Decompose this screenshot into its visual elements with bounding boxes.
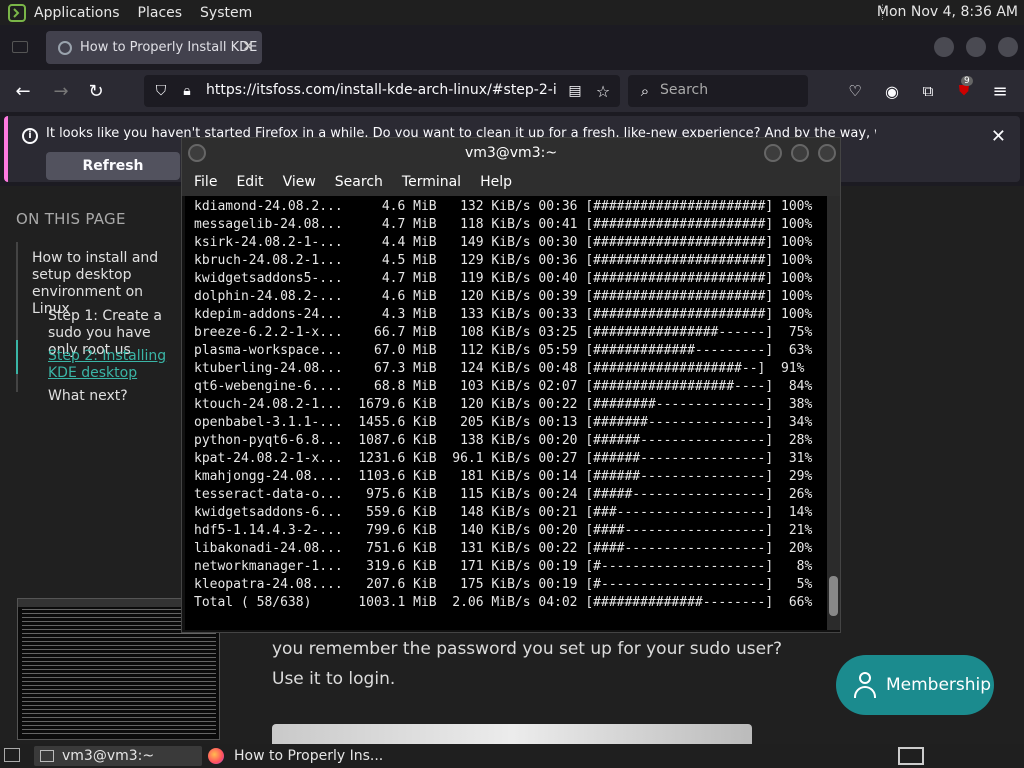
hamburger-menu-icon[interactable]: ≡ (989, 80, 1011, 102)
terminal-line: ktuberling-24.08... 67.3 MiB 124 KiB/s 0… (194, 361, 805, 376)
terminal-maximize-button[interactable] (791, 144, 809, 162)
terminal-menu-terminal[interactable]: Terminal (402, 174, 461, 190)
membership-button[interactable]: Membership (836, 655, 994, 715)
menu-system[interactable]: System (200, 5, 252, 21)
scrollbar-thumb[interactable] (829, 576, 838, 616)
bottom-taskbar: vm3@vm3:~ How to Properly Ins... (0, 744, 1024, 768)
reader-view-icon[interactable]: ▤ (564, 80, 586, 102)
extensions-icon[interactable]: ⧉ (917, 80, 939, 102)
search-input[interactable]: ⌕ Search (628, 75, 808, 107)
terminal-line: breeze-6.2.2-1-x... 66.7 MiB 108 KiB/s 0… (194, 325, 813, 340)
minimize-button[interactable] (934, 37, 954, 57)
terminal-scrollbar[interactable] (827, 196, 840, 630)
bookmark-star-icon[interactable]: ☆ (592, 80, 614, 102)
terminal-line: kdepim-addons-24... 4.3 MiB 133 KiB/s 00… (194, 307, 813, 322)
top-panel: Applications Places System Mon Nov 4, 8:… (0, 0, 1024, 25)
terminal-line: libakonadi-24.08... 751.6 KiB 131 KiB/s … (194, 541, 813, 556)
terminal-window[interactable]: vm3@vm3:~ File Edit View Search Terminal… (181, 137, 841, 633)
terminal-line: ksirk-24.08.2-1-... 4.4 MiB 149 KiB/s 00… (194, 235, 813, 250)
terminal-line: qt6-webengine-6.... 68.8 MiB 103 KiB/s 0… (194, 379, 813, 394)
terminal-line: hdf5-1.14.4.3-2-... 799.6 KiB 140 KiB/s … (194, 523, 813, 538)
terminal-title: vm3@vm3:~ (182, 138, 840, 168)
close-window-button[interactable] (998, 37, 1018, 57)
back-arrow-icon[interactable]: ← (12, 80, 34, 102)
terminal-menubar: File Edit View Search Terminal Help (182, 168, 840, 196)
forward-arrow-icon[interactable]: → (50, 80, 72, 102)
terminal-line: kdiamond-24.08.2... 4.6 MiB 132 KiB/s 00… (194, 199, 813, 214)
maximize-button[interactable] (966, 37, 986, 57)
terminal-line: messagelib-24.08... 4.7 MiB 118 KiB/s 00… (194, 217, 813, 232)
url-bar[interactable]: ⛉ 🔒︎ https://itsfoss.com/install-kde-arc… (144, 75, 620, 107)
task-terminal-label: vm3@vm3:~ (62, 748, 155, 764)
terminal-line: kwidgetsaddons-6... 559.6 KiB 148 KiB/s … (194, 505, 813, 520)
terminal-line: tesseract-data-o... 975.6 KiB 115 KiB/s … (194, 487, 813, 502)
toc-heading: ON THIS PAGE (16, 210, 126, 228)
terminal-output[interactable]: kdiamond-24.08.2... 4.6 MiB 132 KiB/s 00… (185, 196, 827, 630)
close-notification-icon[interactable]: ✕ (991, 126, 1006, 147)
task-terminal[interactable]: vm3@vm3:~ (34, 746, 202, 766)
pocket-icon[interactable]: ♡ (844, 80, 866, 102)
distro-logo-icon[interactable] (6, 2, 28, 24)
terminal-line: Total ( 58/638) 1003.1 MiB 2.06 MiB/s 04… (194, 595, 813, 610)
firefox-icon (208, 748, 224, 764)
workspace-switcher[interactable] (898, 747, 924, 765)
show-desktop-icon[interactable] (4, 748, 20, 762)
article-image (272, 724, 752, 744)
terminal-line: kpat-24.08.2-1-x... 1231.6 KiB 96.1 KiB/… (194, 451, 813, 466)
menu-places[interactable]: Places (138, 5, 183, 21)
terminal-line: kmahjongg-24.08.... 1103.6 KiB 181 KiB/s… (194, 469, 813, 484)
terminal-line: dolphin-24.08.2-... 4.6 MiB 120 KiB/s 00… (194, 289, 813, 304)
search-icon: ⌕ (640, 82, 650, 100)
browser-tabbar: How to Properly Install KDE ✕ (0, 25, 1024, 70)
terminal-minimize-button[interactable] (764, 144, 782, 162)
toc-active-marker (16, 340, 18, 374)
terminal-menu-edit[interactable]: Edit (236, 174, 263, 190)
terminal-line: ktouch-24.08.2-1... 1679.6 KiB 120 KiB/s… (194, 397, 813, 412)
tab-overview-icon[interactable] (12, 41, 28, 53)
desktop: Applications Places System Mon Nov 4, 8:… (0, 0, 1024, 768)
toc-item-what-next[interactable]: What next? (48, 388, 128, 405)
extension-badge: 9 (961, 76, 973, 86)
tab-title: How to Properly Install KDE (80, 40, 258, 55)
terminal-icon (40, 750, 54, 762)
terminal-line: kleopatra-24.08.... 207.6 KiB 175 KiB/s … (194, 577, 813, 592)
clock[interactable]: Mon Nov 4, 8:36 AM (877, 4, 1018, 20)
terminal-line: kbruch-24.08.2-1... 4.5 MiB 129 KiB/s 00… (194, 253, 813, 268)
url-text: https://itsfoss.com/install-kde-arch-lin… (206, 82, 558, 98)
task-firefox-label: How to Properly Ins... (234, 748, 384, 764)
account-icon[interactable]: ◉ (881, 80, 903, 102)
reload-icon[interactable]: ↻ (85, 80, 107, 102)
person-icon (854, 672, 876, 698)
terminal-close-button[interactable] (818, 144, 836, 162)
terminal-line: python-pyqt6-6.8... 1087.6 KiB 138 KiB/s… (194, 433, 813, 448)
terminal-line: plasma-workspace... 67.0 MiB 112 KiB/s 0… (194, 343, 813, 358)
terminal-menu-view[interactable]: View (283, 174, 316, 190)
terminal-menu-search[interactable]: Search (335, 174, 383, 190)
task-firefox[interactable]: How to Properly Ins... (204, 746, 404, 766)
terminal-line: kwidgetsaddons5-... 4.7 MiB 119 KiB/s 00… (194, 271, 813, 286)
membership-label: Membership (886, 675, 992, 695)
lock-icon[interactable]: 🔒︎ (176, 80, 198, 102)
terminal-menu-button[interactable] (188, 144, 206, 162)
terminal-menu-file[interactable]: File (194, 174, 217, 190)
terminal-line: openbabel-3.1.1-... 1455.6 KiB 205 KiB/s… (194, 415, 813, 430)
shield-icon[interactable]: ⛉ (150, 80, 172, 102)
tab-close-icon[interactable]: ✕ (242, 39, 254, 55)
favicon-icon (58, 40, 72, 55)
refresh-firefox-button[interactable]: Refresh Firefox... (46, 152, 180, 202)
info-icon: i (22, 128, 38, 144)
menu-applications[interactable]: Applications (34, 5, 120, 21)
terminal-line: networkmanager-1... 319.6 KiB 171 KiB/s … (194, 559, 813, 574)
terminal-menu-help[interactable]: Help (480, 174, 512, 190)
toc-item-step-2[interactable]: Step 2: Installing KDE desktop (48, 348, 184, 382)
browser-navbar: ← → ↻ ⛉ 🔒︎ https://itsfoss.com/install-k… (0, 70, 1024, 112)
search-placeholder: Search (660, 82, 709, 98)
article-text: you remember the password you set up for… (272, 639, 783, 689)
tab-kde-article[interactable]: How to Properly Install KDE ✕ (46, 31, 262, 64)
